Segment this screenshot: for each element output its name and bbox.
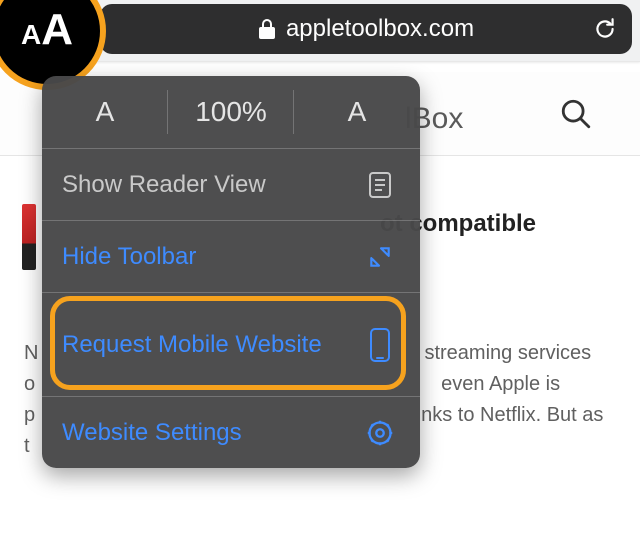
lock-icon [258,18,276,40]
font-increase-label: A [348,96,367,128]
expand-icon [360,244,400,270]
request-mobile-website-label: Request Mobile Website [62,330,360,360]
address-bar-domain: appletoolbox.com [286,15,474,43]
address-bar-center: appletoolbox.com [100,4,632,54]
body-frag: N [24,342,38,364]
article-thumbnail [22,204,36,270]
body-frag: p [24,404,35,426]
body-frag: even Apple is [441,373,560,395]
reload-button[interactable] [592,4,618,54]
hide-toolbar-label: Hide Toolbar [62,243,360,271]
font-size-segment: A 100% A [42,76,420,148]
show-reader-view-row[interactable]: Show Reader View [42,148,420,220]
request-mobile-website-row[interactable]: Request Mobile Website [42,292,420,396]
font-decrease-button[interactable]: A [42,76,168,148]
hide-toolbar-row[interactable]: Hide Toolbar [42,220,420,292]
reader-icon [360,171,400,199]
body-frag: o [24,373,35,395]
browser-chrome-top: appletoolbox.com [0,0,640,62]
font-size-aa-button[interactable]: A A [0,0,94,70]
phone-icon [360,327,400,363]
website-settings-label: Website Settings [62,419,360,447]
aa-popover-menu: A 100% A Show Reader View Hide Toolbar R… [42,76,420,468]
show-reader-view-label: Show Reader View [62,171,360,199]
aa-small-letter: A [21,0,41,70]
font-decrease-label: A [96,96,115,128]
site-search-button[interactable] [552,90,600,138]
zoom-level-label: 100% [195,96,267,128]
body-frag: t [24,435,30,457]
zoom-level-button[interactable]: 100% [168,76,294,148]
address-bar[interactable]: appletoolbox.com [100,4,632,54]
body-frag: streaming services [424,342,591,364]
aa-large-letter: A [41,0,73,60]
font-increase-button[interactable]: A [294,76,420,148]
website-settings-row[interactable]: Website Settings [42,396,420,468]
body-frag: nks to Netflix. But as [421,404,603,426]
gear-icon [360,419,400,447]
